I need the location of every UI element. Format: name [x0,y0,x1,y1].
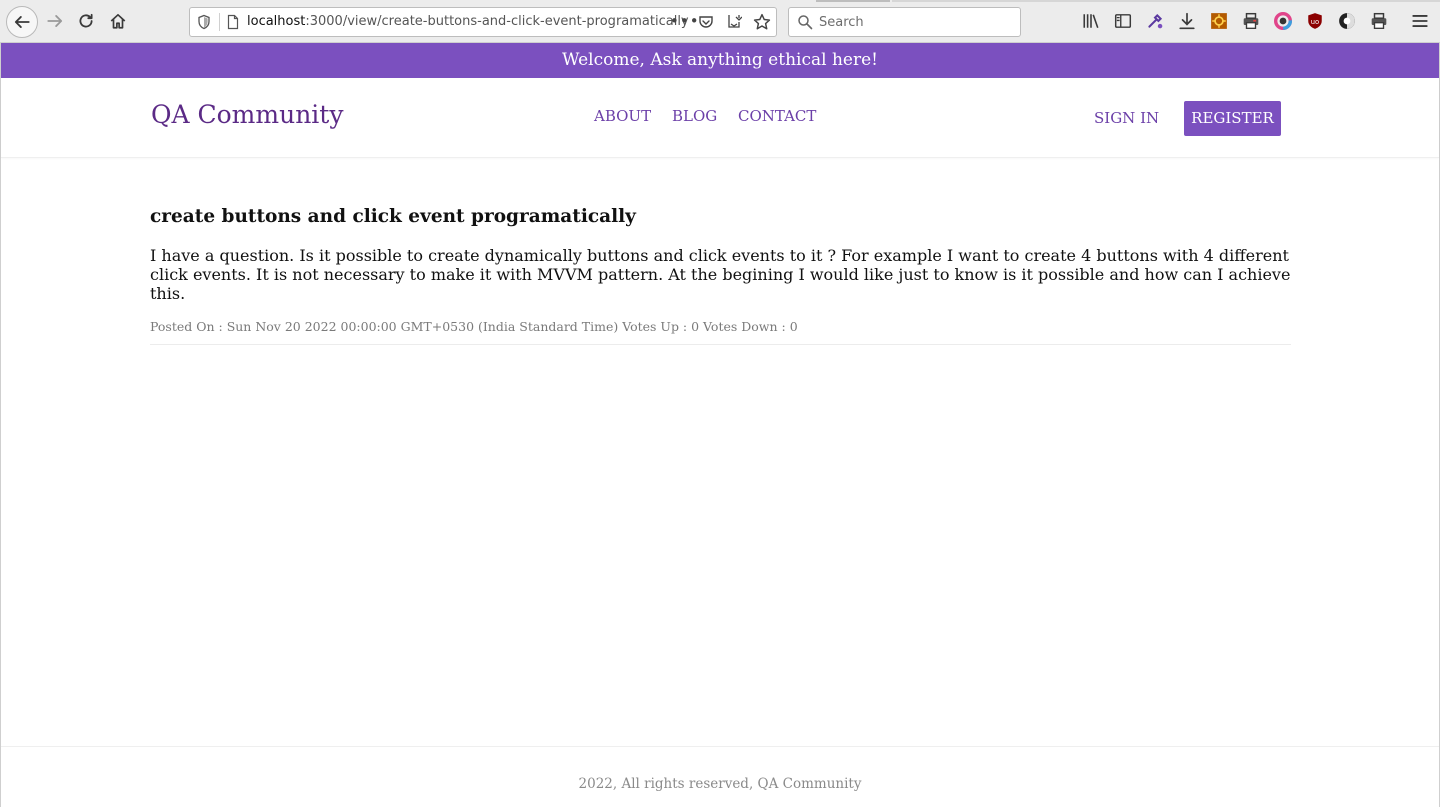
sidebar-icon [1114,14,1132,28]
nav-blog-link[interactable]: BLOG [672,107,717,125]
site-logo[interactable]: QA Community [151,100,343,129]
extension-sun-icon [1211,13,1227,29]
site-footer: 2022, All rights reserved, QA Community [1,746,1439,807]
hamburger-menu-icon [1412,15,1428,27]
welcome-banner: Welcome, Ask anything ethical here! [1,43,1439,78]
tab-strip [892,0,1440,2]
page-actions-button[interactable]: ••• [670,12,700,30]
arrow-right-icon [47,15,63,27]
printer-alt-icon [1371,12,1387,29]
sign-in-link[interactable]: SIGN IN [1094,109,1159,127]
half-circle-icon [1339,13,1355,29]
sidebar-button[interactable] [1113,11,1133,31]
ublock-shield-icon: uo [1308,13,1322,29]
printer-icon [1243,12,1259,29]
url-text[interactable]: localhost:3000/view/create-buttons-and-c… [247,14,689,29]
nav-about-link[interactable]: ABOUT [594,107,651,125]
back-button[interactable] [6,6,38,38]
ublock-button[interactable]: uo [1305,11,1325,31]
library-button[interactable] [1081,11,1101,31]
printer-extension-button[interactable] [1369,11,1389,31]
downloads-button[interactable] [1177,11,1197,31]
address-bar[interactable]: localhost:3000/view/create-buttons-and-c… [189,7,777,37]
home-button[interactable] [103,6,133,36]
screenshot-icon[interactable] [726,13,742,29]
address-divider [219,13,220,31]
print-button[interactable] [1241,11,1261,31]
url-host: localhost [247,14,306,29]
color-wheel-icon [1274,12,1292,30]
post-body: I have a question. Is it possible to cre… [150,246,1291,303]
post-title: create buttons and click event programat… [150,206,636,227]
forward-button[interactable] [40,6,70,36]
page-icon[interactable] [225,14,241,30]
register-button[interactable]: REGISTER [1184,101,1281,136]
home-icon [110,13,126,29]
url-path: :3000/view/create-buttons-and-click-even… [305,14,689,29]
library-icon [1083,14,1099,29]
search-icon [798,15,813,30]
shield-icon[interactable] [196,14,212,30]
site-header: QA Community ABOUT BLOG CONTACT SIGN IN … [1,78,1439,158]
download-icon [1179,12,1195,30]
extension-sun-button[interactable] [1209,11,1229,31]
menu-button[interactable] [1410,11,1430,31]
bookmark-star-icon[interactable] [753,13,771,31]
post-meta: Posted On : Sun Nov 20 2022 00:00:00 GMT… [150,319,798,334]
arrow-left-icon [14,16,30,28]
dark-mode-extension-button[interactable] [1337,11,1357,31]
browser-toolbar: localhost:3000/view/create-buttons-and-c… [0,0,1440,43]
nav-contact-link[interactable]: CONTACT [738,107,816,125]
reload-icon [79,13,93,28]
search-bar[interactable] [788,7,1021,37]
eyedropper-icon [1148,13,1163,29]
svg-text:uo: uo [1311,18,1319,26]
question-post: create buttons and click event programat… [150,205,1291,345]
tab-strip-active [816,0,890,2]
pocket-icon[interactable] [698,14,714,30]
search-input[interactable] [819,13,1009,31]
color-picker-extension-button[interactable] [1273,11,1293,31]
eyedropper-extension-button[interactable] [1145,11,1165,31]
reload-button[interactable] [71,6,101,36]
